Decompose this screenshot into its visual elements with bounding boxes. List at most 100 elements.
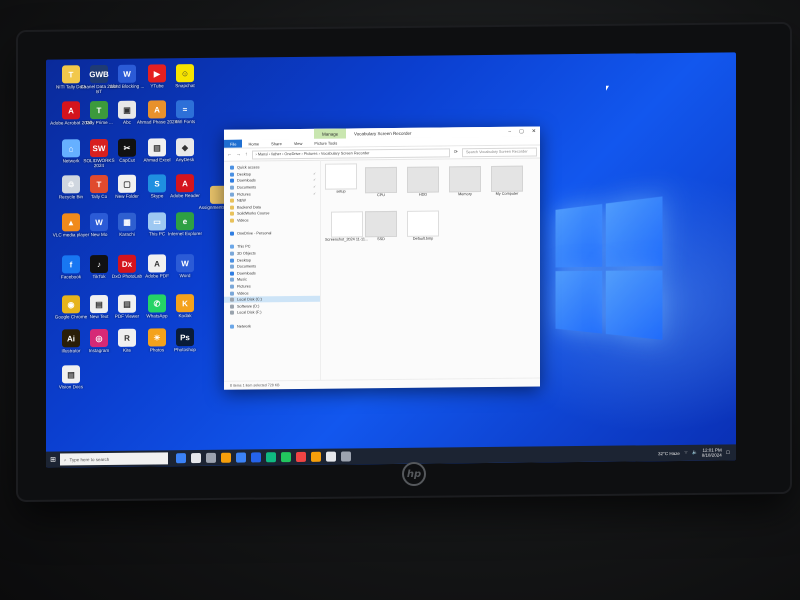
app-icon: e <box>176 212 194 230</box>
nav-item-label: OneDrive - Personal <box>237 231 271 235</box>
app-icon: ☺ <box>176 64 194 82</box>
taskbar-app-icon[interactable] <box>176 453 186 463</box>
nav-item-label: Quick access <box>237 166 260 170</box>
file-label: Memory <box>449 192 481 196</box>
hp-logo-icon: hp <box>402 462 426 486</box>
nav-item-label: Videos <box>237 291 249 295</box>
navigation-pane: Quick access Desktop ✓ Downloads ✓ Documents ✓… <box>224 160 321 382</box>
taskbar-app-icon[interactable] <box>341 451 351 461</box>
maximize-button[interactable]: ▢ <box>519 129 524 135</box>
nav-item-icon <box>230 252 234 256</box>
desktop-icon-label: Word <box>164 273 206 279</box>
desktop-icon-label: Internet Explorer <box>164 231 206 237</box>
explorer-body: Quick access Desktop ✓ Downloads ✓ Documents ✓… <box>224 157 540 381</box>
tab-home[interactable]: Home <box>242 141 265 146</box>
desktop-icon[interactable]: ☺ Snapchat <box>164 64 206 89</box>
nav-item-icon <box>230 271 234 275</box>
taskbar-app-icon[interactable] <box>296 452 306 462</box>
nav-item-icon <box>230 304 234 308</box>
notification-icon[interactable]: ▢ <box>726 449 730 455</box>
nav-item-label: NEW <box>237 199 246 203</box>
file-explorer-window[interactable]: Manage Vocabulary Screen Recorder – ▢ ✕ … <box>224 126 540 389</box>
manage-tab[interactable]: Manage <box>314 128 346 138</box>
taskbar-app-icon[interactable] <box>281 452 291 462</box>
nav-item-label: Videos <box>237 219 249 223</box>
nav-item-icon <box>230 298 234 302</box>
file-item[interactable]: My Computer <box>491 166 523 196</box>
taskbar-app-icon[interactable] <box>206 453 216 463</box>
forward-arrow-icon[interactable]: → <box>236 152 241 158</box>
back-arrow-icon[interactable]: ← <box>227 152 232 158</box>
file-thumbnail-icon <box>365 211 397 237</box>
search-input[interactable]: Search Vocabulary Screen Recorder <box>462 147 537 157</box>
taskbar-search-input[interactable]: ⌕ Type here to search <box>60 452 168 465</box>
nav-item-label: Music <box>237 278 247 282</box>
app-icon: ▣ <box>118 101 136 119</box>
close-button[interactable]: ✕ <box>532 128 536 134</box>
file-thumbnail-icon <box>449 166 481 192</box>
nav-item-label: Local Disk (F:) <box>237 311 261 315</box>
desktop-icon-label: Photoshop <box>164 347 206 353</box>
pin-icon: ✓ <box>313 178 316 182</box>
desktop-icon[interactable]: ◆ AnyDesk <box>164 138 206 163</box>
pin-icon: ✓ <box>313 185 316 189</box>
desktop-icon[interactable]: ▤ Vision Docs <box>50 365 92 390</box>
app-icon: A <box>176 174 194 192</box>
nav-item-icon <box>230 324 234 328</box>
taskbar-app-icon[interactable] <box>191 453 201 463</box>
file-item[interactable]: CPU <box>365 167 397 197</box>
desktop-icon[interactable]: W Word <box>164 254 206 279</box>
nav-item-icon <box>230 199 234 203</box>
mouse-cursor-icon <box>606 86 609 91</box>
nav-item-label: Documents <box>237 265 256 269</box>
desktop-icon[interactable]: K Kodak <box>164 294 206 319</box>
tab-file[interactable]: File <box>224 140 242 148</box>
file-item[interactable]: Screenshot_2024 11-11... <box>325 211 368 241</box>
minimize-button[interactable]: – <box>508 129 511 135</box>
file-thumbnail-icon <box>331 211 363 237</box>
nav-item-label: Software (D:) <box>237 304 259 308</box>
file-thumbnail-icon <box>407 166 439 192</box>
file-item[interactable]: HDD <box>407 166 439 196</box>
system-tray: 32°C Haze ⌔ 🔈 12:01 PM 8/18/2024 ▢ <box>658 447 730 458</box>
nav-item-icon <box>230 192 234 196</box>
nav-item-label: SolidWorks Course <box>237 212 269 216</box>
file-item[interactable]: Memory <box>449 166 481 196</box>
nav-item-icon <box>230 173 234 177</box>
app-icon: W <box>176 254 194 272</box>
nav-item-icon <box>230 206 234 210</box>
file-thumbnail-icon <box>407 210 439 236</box>
taskbar-app-icon[interactable] <box>221 453 231 463</box>
nav-item-label: Documents <box>237 185 256 189</box>
taskbar-app-icon[interactable] <box>236 453 246 463</box>
nav-item[interactable]: Network <box>224 322 320 330</box>
desktop-icon[interactable]: e Internet Explorer <box>164 212 206 237</box>
desktop-icon[interactable]: Ps Photoshop <box>164 328 206 353</box>
refresh-icon[interactable]: ⟳ <box>454 149 458 155</box>
nav-item-icon <box>230 285 234 289</box>
file-item[interactable]: setup <box>325 163 357 193</box>
taskbar-app-icon[interactable] <box>311 452 321 462</box>
nav-item-label: Local Disk (C:) <box>237 298 262 302</box>
clock-date[interactable]: 8/18/2024 <box>702 453 722 458</box>
volume-icon[interactable]: 🔈 <box>692 450 698 456</box>
address-bar[interactable]: › Mansi › father › OneDrive › Pictures ›… <box>252 148 450 159</box>
nav-item-label: Desktop <box>237 258 251 262</box>
taskbar-app-icon[interactable] <box>251 452 261 462</box>
nav-item-icon <box>230 166 234 170</box>
start-button[interactable]: ⊞ <box>46 451 60 467</box>
weather-widget[interactable]: 32°C Haze <box>658 450 680 455</box>
file-item[interactable]: SSD <box>365 211 397 241</box>
tab-picture-tools[interactable]: Picture Tools <box>308 140 343 145</box>
up-arrow-icon[interactable]: ↑ <box>245 152 248 158</box>
tab-share[interactable]: Share <box>265 141 288 146</box>
taskbar-app-icon[interactable] <box>326 452 336 462</box>
window-title: Vocabulary Screen Recorder <box>354 130 412 136</box>
network-icon[interactable]: ⌔ <box>684 450 688 456</box>
taskbar-app-icon[interactable] <box>266 452 276 462</box>
nav-item-label: Pictures <box>237 284 251 288</box>
tab-view[interactable]: View <box>288 140 309 145</box>
file-item[interactable]: Default.bmp <box>407 210 439 240</box>
desktop-icon[interactable]: ≈ Wifi Fonts <box>164 100 206 125</box>
nav-item-label: 3D Objects <box>237 251 256 255</box>
